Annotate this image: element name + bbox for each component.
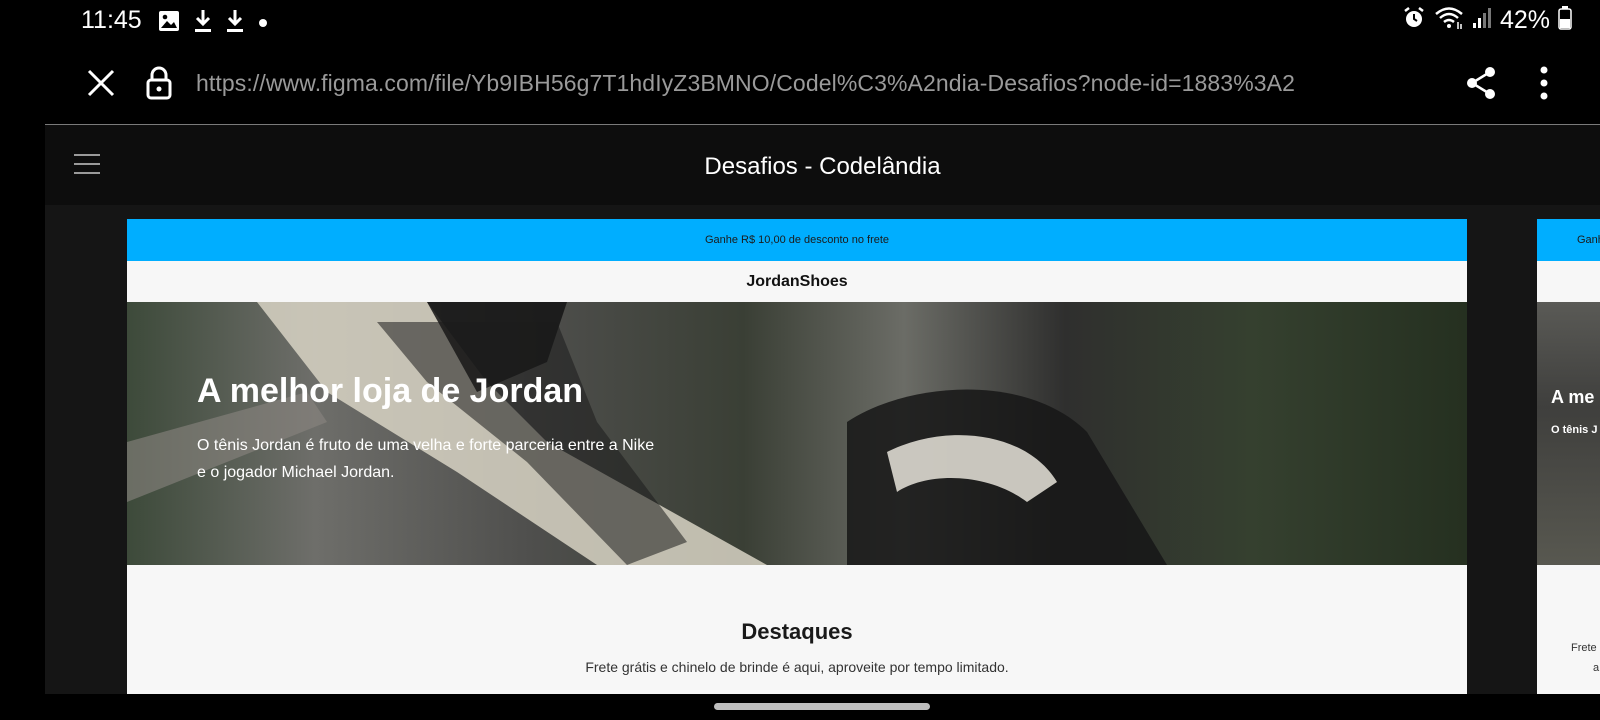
url-text[interactable]: https://www.figma.com/file/Yb9IBH56g7T1h… (196, 70, 1295, 97)
status-time: 11:45 (81, 6, 142, 34)
promo-banner-secondary: Ganhe (1537, 219, 1600, 261)
viewer-header: Desafios - Codelândia (45, 125, 1600, 205)
signal-icon (1472, 7, 1492, 34)
section-subtitle: Frete grátis e chinelo de brinde é aqui,… (585, 659, 1009, 675)
browser-url-bar: https://www.figma.com/file/Yb9IBH56g7T1h… (0, 44, 1600, 124)
figma-canvas[interactable]: Ganhe R$ 10,00 de desconto no frete Jord… (45, 205, 1600, 694)
lock-icon[interactable] (146, 66, 172, 100)
brand-bar-secondary (1537, 261, 1600, 302)
status-bar: 11:45 42% (0, 0, 1600, 44)
image-icon (158, 10, 180, 37)
hero-banner-secondary: A me O tênis J parceria Jordan. (1537, 302, 1600, 565)
section-title: Destaques (741, 619, 853, 644)
wifi-icon (1434, 6, 1464, 35)
battery-icon (1558, 6, 1572, 35)
battery-percent: 42% (1499, 6, 1550, 34)
design-frame[interactable]: Ganhe R$ 10,00 de desconto no frete Jord… (127, 219, 1467, 694)
hero-description-secondary: O tênis J parceria Jordan. (1551, 424, 1600, 436)
system-icons: 42% (1402, 6, 1572, 35)
section-subtitle-secondary-2: a (1593, 662, 1600, 674)
promo-banner: Ganhe R$ 10,00 de desconto no frete (127, 219, 1467, 261)
more-vert-icon[interactable] (1536, 66, 1552, 100)
hero-title: A melhor loja de Jordan (197, 372, 584, 410)
download-icon (194, 9, 212, 38)
design-frame-secondary[interactable]: Ganhe A me O tênis J parceria Jordan. Fr… (1537, 219, 1600, 694)
gesture-nav-handle[interactable] (714, 703, 930, 710)
download-icon (226, 9, 244, 38)
brand-logo: JordanShoes (127, 261, 1467, 302)
hero-title-secondary: A me (1551, 387, 1595, 407)
figma-viewer: Desafios - Codelândia Ganhe R$ 10,00 de … (45, 125, 1600, 694)
hero-description: O tênis Jordan é fruto de uma velha e fo… (197, 437, 655, 481)
share-icon[interactable] (1466, 66, 1496, 100)
notification-icons (158, 9, 268, 38)
alarm-icon (1402, 6, 1426, 35)
dot-icon (258, 15, 268, 33)
section-subtitle-secondary: Frete (1571, 642, 1597, 654)
hero-banner: A melhor loja de Jordan O tênis Jordan é… (127, 302, 1467, 565)
close-icon[interactable] (86, 68, 116, 98)
file-title: Desafios - Codelândia (704, 153, 941, 180)
